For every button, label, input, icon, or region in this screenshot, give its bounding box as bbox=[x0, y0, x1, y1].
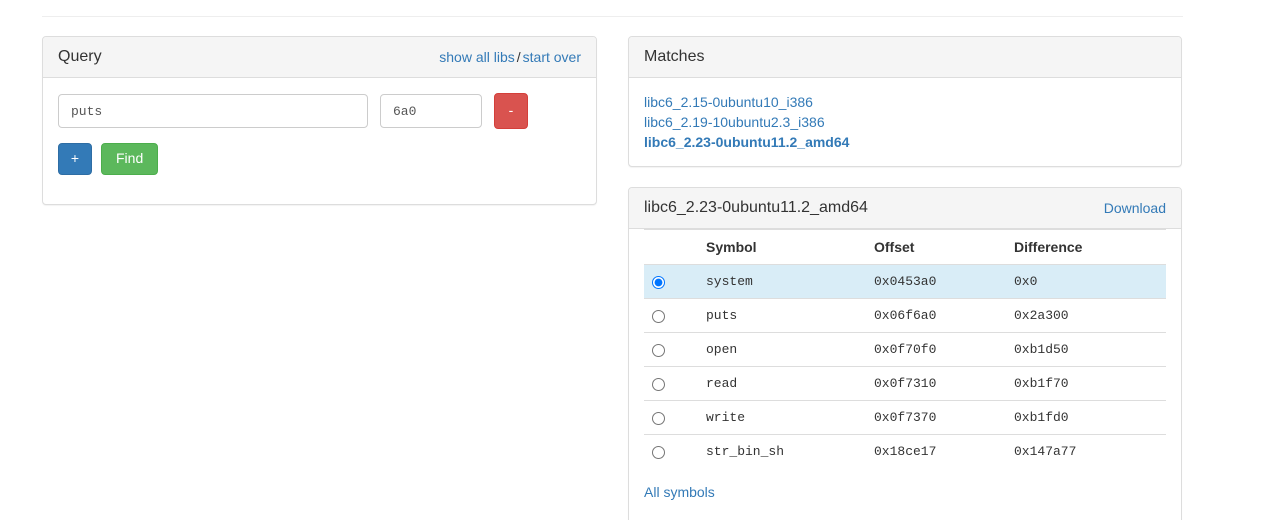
symbol-table: Symbol Offset Difference system 0x0453a0 0x0… bbox=[644, 229, 1166, 469]
query-panel-body: - + Find bbox=[43, 78, 596, 190]
results-panel-heading: libc6_2.23-0ubuntu11.2_amd64 Download bbox=[629, 188, 1181, 229]
all-symbols-link[interactable]: All symbols bbox=[644, 484, 715, 500]
start-over-link[interactable]: start over bbox=[523, 49, 581, 65]
query-header-links: show all libs / start over bbox=[439, 49, 581, 65]
remove-row-button[interactable]: - bbox=[494, 93, 528, 129]
difference-cell: 0xb1fd0 bbox=[1006, 400, 1166, 435]
symbol-table-header-cell bbox=[644, 229, 698, 265]
symbol-table-header-row: Symbol Offset Difference bbox=[644, 229, 1166, 265]
matches-list: libc6_2.15-0ubuntu10_i386 libc6_2.19-10ub… bbox=[629, 78, 1181, 164]
match-item[interactable]: libc6_2.23-0ubuntu11.2_amd64 bbox=[644, 132, 1166, 152]
symbol-cell: open bbox=[698, 332, 866, 367]
symbol-cell: str_bin_sh bbox=[698, 434, 866, 469]
symbol-table-body: system 0x0453a0 0x0 puts 0x06f6a0 0x2a300 open… bbox=[644, 263, 1166, 469]
offset-cell: 0x18ce17 bbox=[866, 434, 1006, 469]
query-panel-heading: Query show all libs / start over bbox=[43, 37, 596, 78]
match-item[interactable]: libc6_2.15-0ubuntu10_i386 bbox=[644, 92, 1166, 112]
row-select-cell[interactable] bbox=[644, 434, 698, 469]
difference-cell: 0xb1f70 bbox=[1006, 366, 1166, 401]
match-item[interactable]: libc6_2.19-10ubuntu2.3_i386 bbox=[644, 112, 1166, 132]
difference-cell: 0x2a300 bbox=[1006, 298, 1166, 333]
table-row[interactable]: open 0x0f70f0 0xb1d50 bbox=[644, 332, 1166, 367]
symbol-radio[interactable] bbox=[652, 378, 665, 392]
symbol-input[interactable] bbox=[58, 94, 368, 128]
offset-cell: 0x0f7370 bbox=[866, 400, 1006, 435]
page-root: Query show all libs/start over - + Find … bbox=[0, 0, 1277, 520]
row-select-cell[interactable] bbox=[644, 298, 698, 333]
table-row[interactable]: puts 0x06f6a0 0x2a300 bbox=[644, 298, 1166, 333]
row-select-cell[interactable] bbox=[644, 400, 698, 435]
query-button-row: + Find bbox=[58, 143, 581, 175]
download-link[interactable]: Download bbox=[1104, 200, 1166, 216]
results-panel: libc6_2.23-0ubuntu11.2_amd64 Download Sy… bbox=[628, 187, 1182, 520]
offset-input[interactable] bbox=[380, 94, 482, 128]
results-panel-body: Symbol Offset Difference system 0x0453a0 0x0… bbox=[629, 229, 1181, 515]
matches-panel: Matches libc6_2.15-0ubuntu10_i386 libc6_2… bbox=[628, 36, 1182, 167]
row-select-cell[interactable] bbox=[644, 332, 698, 367]
symbol-table-head: Symbol Offset Difference bbox=[644, 229, 1166, 265]
table-row[interactable]: write 0x0f7370 0xb1fd0 bbox=[644, 400, 1166, 435]
symbol-table-header-cell: Offset bbox=[866, 229, 1006, 265]
table-row[interactable]: str_bin_sh 0x18ce17 0x147a77 bbox=[644, 434, 1166, 469]
offset-cell: 0x0f70f0 bbox=[866, 332, 1006, 367]
table-row[interactable]: system 0x0453a0 0x0 bbox=[644, 263, 1166, 299]
symbol-cell: write bbox=[698, 400, 866, 435]
row-select-cell[interactable] bbox=[644, 366, 698, 401]
symbol-radio[interactable] bbox=[652, 344, 665, 358]
symbol-cell: read bbox=[698, 366, 866, 401]
find-button[interactable]: Find bbox=[101, 143, 159, 175]
top-divider bbox=[42, 16, 1183, 17]
matches-panel-heading: Matches bbox=[629, 37, 1181, 78]
difference-cell: 0x0 bbox=[1006, 263, 1166, 299]
symbol-cell: system bbox=[698, 263, 866, 299]
link-separator: / bbox=[516, 49, 521, 65]
symbol-radio[interactable] bbox=[652, 412, 665, 426]
symbol-radio[interactable] bbox=[652, 310, 665, 324]
symbol-radio[interactable] bbox=[652, 446, 665, 460]
table-row[interactable]: read 0x0f7310 0xb1f70 bbox=[644, 366, 1166, 401]
offset-cell: 0x06f6a0 bbox=[866, 298, 1006, 333]
query-panel-title: Query bbox=[58, 48, 102, 66]
row-select-cell[interactable] bbox=[644, 263, 698, 299]
difference-cell: 0x147a77 bbox=[1006, 434, 1166, 469]
matches-panel-title: Matches bbox=[644, 48, 705, 66]
symbol-radio[interactable] bbox=[652, 276, 665, 290]
add-row-button[interactable]: + bbox=[58, 143, 92, 175]
show-all-libs-link[interactable]: show all libs bbox=[439, 49, 514, 65]
symbol-table-header-cell: Difference bbox=[1006, 229, 1166, 265]
query-form-row: - bbox=[58, 93, 581, 129]
symbol-cell: puts bbox=[698, 298, 866, 333]
query-panel: Query show all libs/start over - + Find bbox=[42, 36, 597, 205]
results-panel-title: libc6_2.23-0ubuntu11.2_amd64 bbox=[644, 199, 868, 217]
offset-cell: 0x0f7310 bbox=[866, 366, 1006, 401]
difference-cell: 0xb1d50 bbox=[1006, 332, 1166, 367]
symbol-table-header-cell: Symbol bbox=[698, 229, 866, 265]
offset-cell: 0x0453a0 bbox=[866, 263, 1006, 299]
